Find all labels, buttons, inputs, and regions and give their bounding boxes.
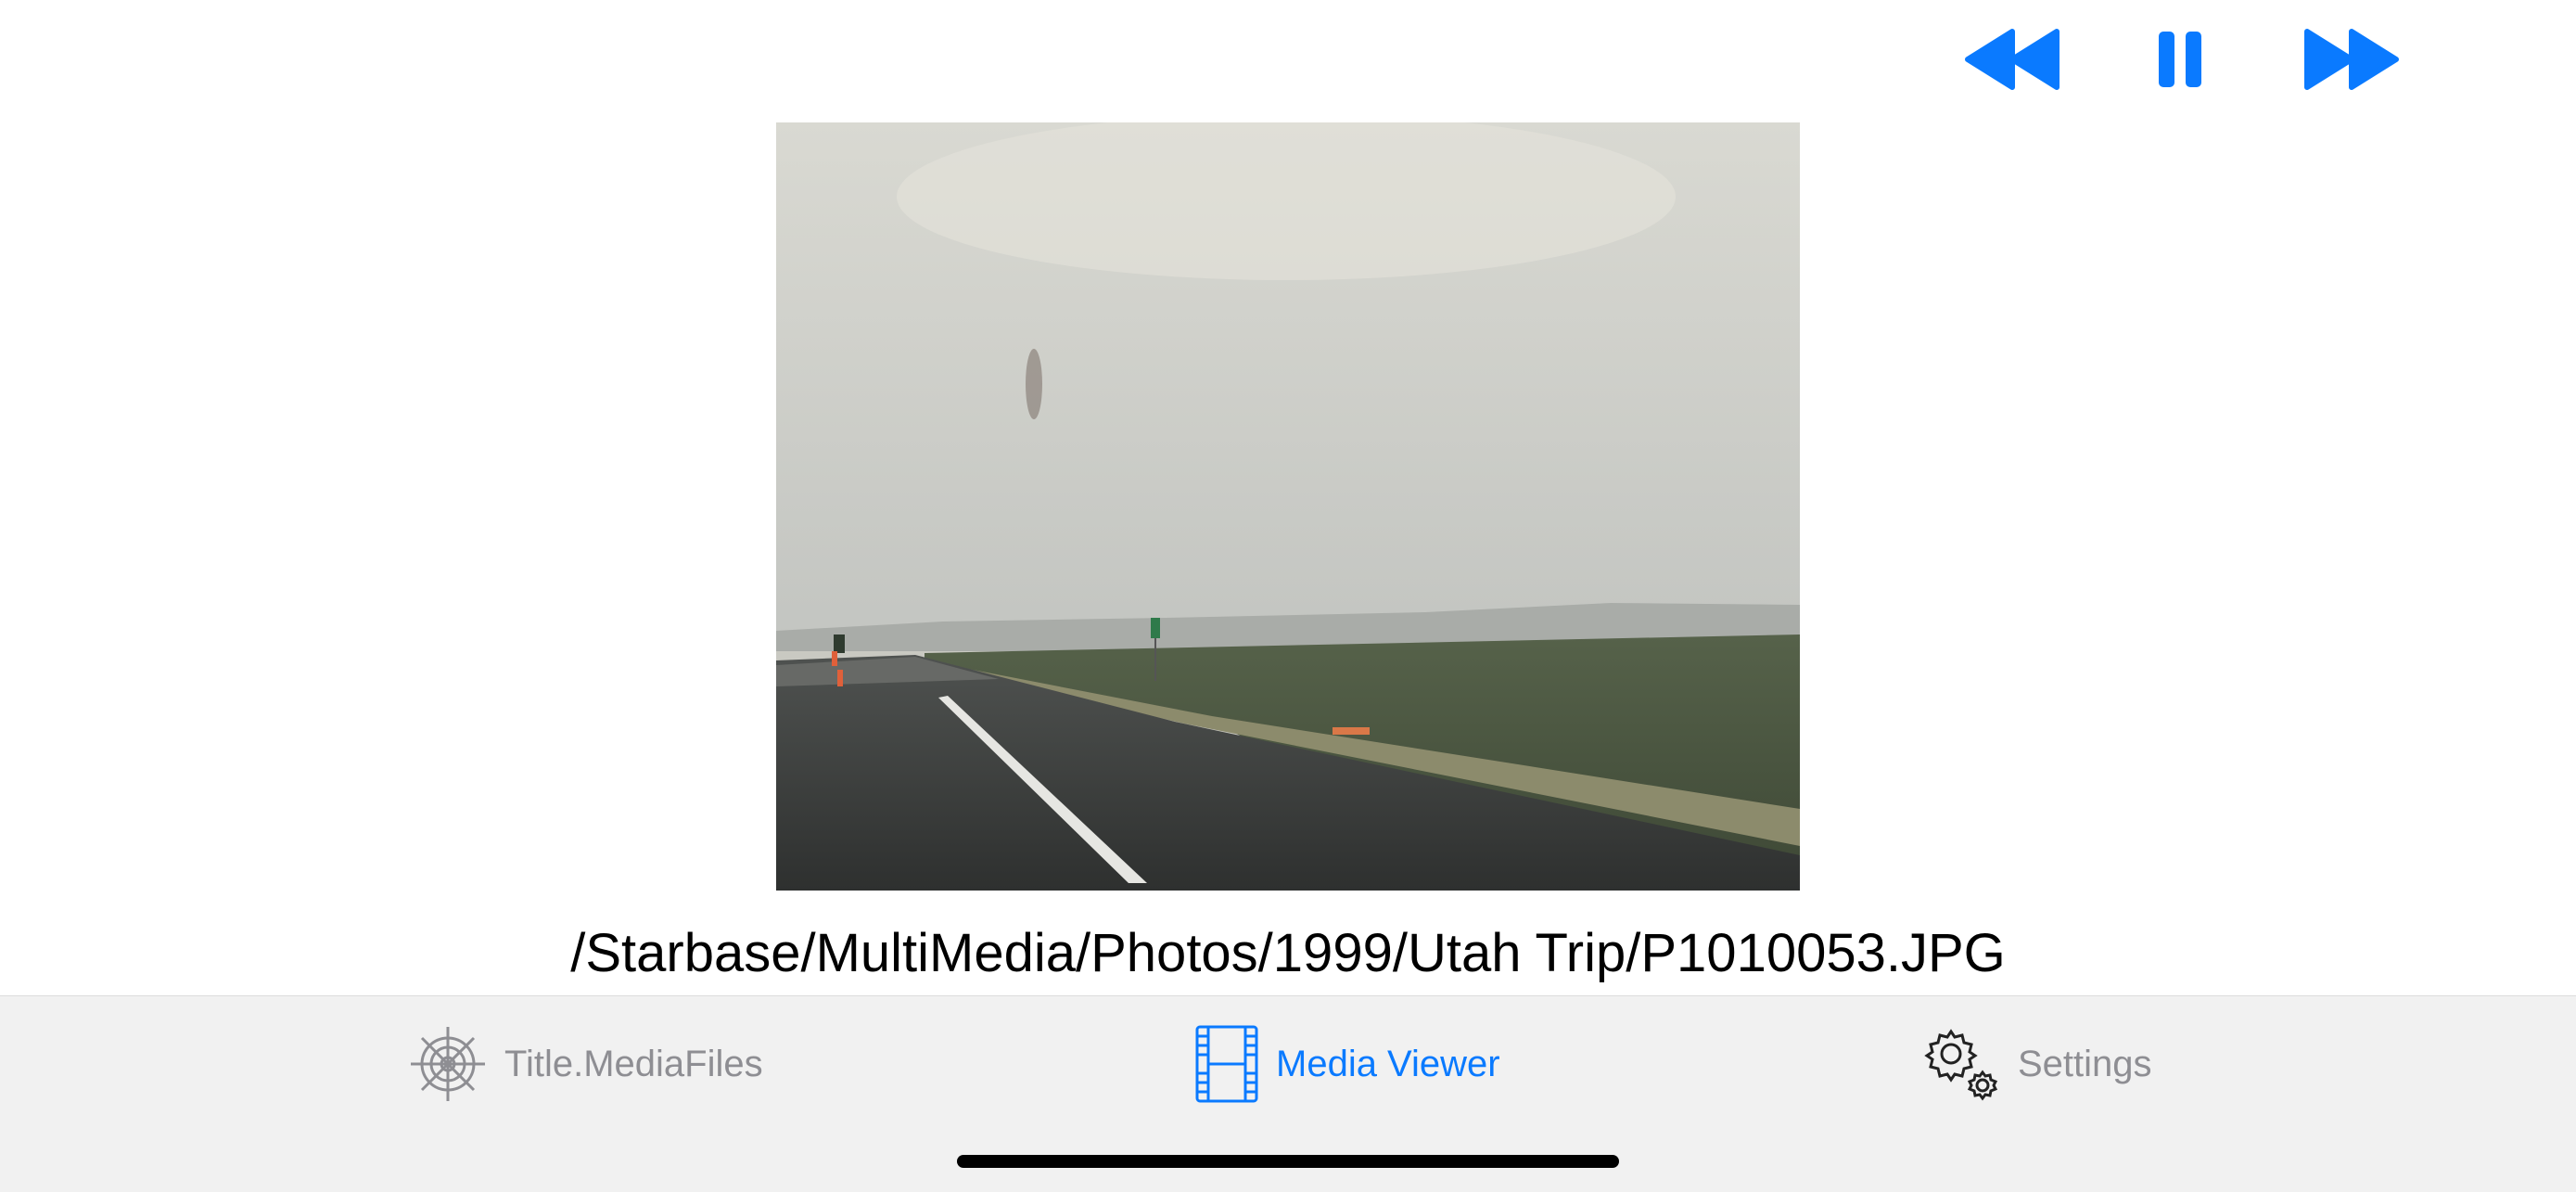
tab-label: Title.MediaFiles: [504, 1043, 763, 1084]
gears-icon: [1924, 1029, 1998, 1101]
home-indicator: [957, 1155, 1619, 1168]
rewind-icon: [1965, 29, 2060, 90]
tab-title-mediafiles[interactable]: Title.MediaFiles: [408, 1024, 763, 1104]
media-controls: [0, 26, 2576, 93]
rewind-button[interactable]: [1964, 26, 2062, 93]
film-strip-icon: [1195, 1025, 1258, 1103]
ship-wheel-icon: [411, 1027, 485, 1101]
tab-settings[interactable]: Settings: [1921, 1024, 2152, 1104]
media-photo: [776, 122, 1800, 891]
file-path-caption: /Starbase/MultiMedia/Photos/1999/Utah Tr…: [570, 923, 2006, 983]
fast-forward-button[interactable]: [2302, 26, 2400, 93]
pause-button[interactable]: [2157, 26, 2203, 93]
tab-label: Settings: [2018, 1043, 2152, 1084]
fast-forward-icon: [2304, 29, 2399, 90]
tab-media-viewer[interactable]: Media Viewer: [1194, 1024, 1500, 1104]
pause-icon: [2159, 32, 2201, 87]
tab-label: Media Viewer: [1276, 1043, 1500, 1084]
